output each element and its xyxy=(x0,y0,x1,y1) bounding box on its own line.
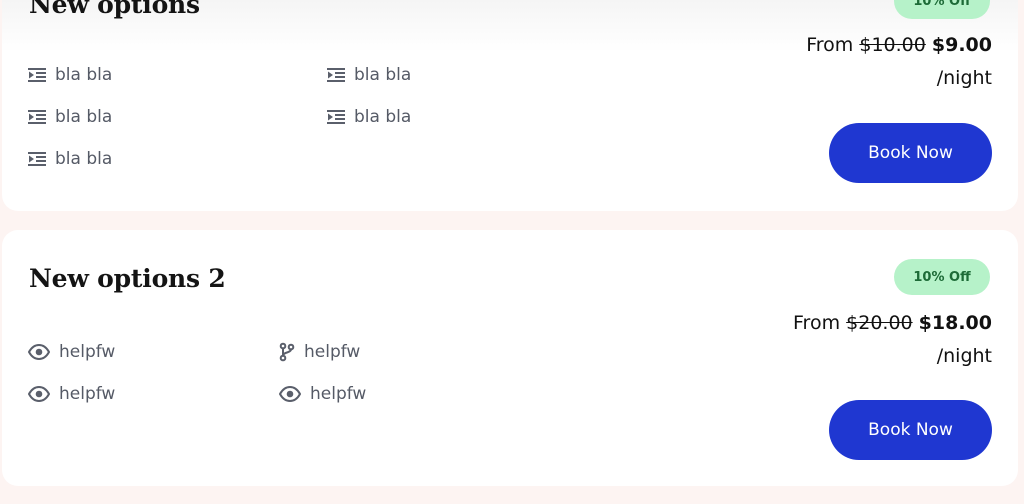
feature-label: bla bla xyxy=(55,107,113,127)
feature-item: bla bla xyxy=(327,65,411,85)
indent-icon xyxy=(28,67,46,83)
feature-label: helpfw xyxy=(59,342,116,362)
feature-label: bla bla xyxy=(55,65,113,85)
feature-item: bla bla xyxy=(28,149,112,169)
eye-icon xyxy=(28,386,50,402)
feature-label: helpfw xyxy=(310,384,367,404)
eye-icon xyxy=(279,386,301,402)
discounted-price: $18.00 xyxy=(918,312,992,334)
feature-item: bla bla xyxy=(327,107,411,127)
option-card: New options 10% Off From $10.00 $9.00 /n… xyxy=(2,0,1018,211)
feature-item: helpfw xyxy=(28,384,115,404)
indent-icon xyxy=(327,109,345,125)
book-now-button[interactable]: Book Now xyxy=(829,123,992,183)
discount-badge: 10% Off xyxy=(894,0,990,19)
price-prefix: From xyxy=(793,312,841,334)
original-price: $10.00 xyxy=(859,34,926,56)
feature-label: bla bla xyxy=(354,65,412,85)
discounted-price: $9.00 xyxy=(931,34,992,56)
feature-label: bla bla xyxy=(55,149,113,169)
discount-badge: 10% Off xyxy=(894,259,990,295)
feature-item: bla bla xyxy=(28,107,112,127)
option-title: New options 2 xyxy=(29,264,226,293)
feature-label: helpfw xyxy=(59,384,116,404)
price-unit: /night xyxy=(936,345,992,367)
indent-icon xyxy=(28,109,46,125)
feature-label: helpfw xyxy=(304,342,361,362)
price-block: From $20.00 $18.00 /night xyxy=(793,307,992,373)
feature-item: helpfw xyxy=(279,342,360,362)
option-title: New options xyxy=(29,0,200,19)
indent-icon xyxy=(327,67,345,83)
feature-item: helpfw xyxy=(279,384,366,404)
feature-item: bla bla xyxy=(28,65,112,85)
original-price: $20.00 xyxy=(846,312,913,334)
price-unit: /night xyxy=(936,67,992,89)
feature-item: helpfw xyxy=(28,342,115,362)
indent-icon xyxy=(28,151,46,167)
git-branch-icon xyxy=(279,342,295,362)
eye-icon xyxy=(28,344,50,360)
feature-label: bla bla xyxy=(354,107,412,127)
option-card: New options 2 10% Off From $20.00 $18.00… xyxy=(2,230,1018,486)
price-block: From $10.00 $9.00 /night xyxy=(806,29,992,95)
price-prefix: From xyxy=(806,34,854,56)
book-now-button[interactable]: Book Now xyxy=(829,400,992,460)
